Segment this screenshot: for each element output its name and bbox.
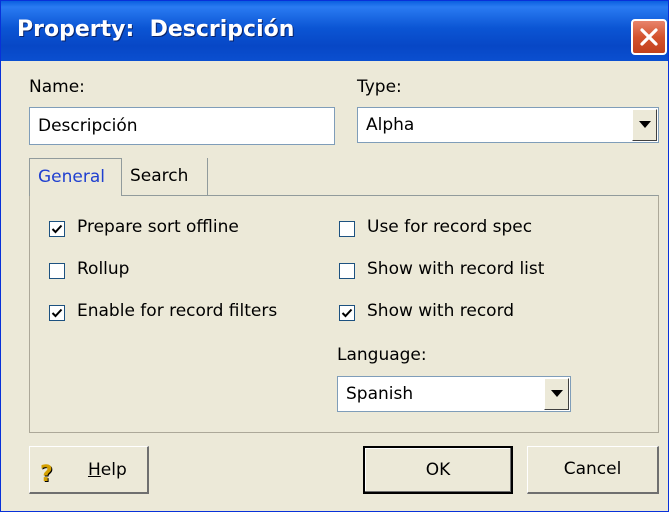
cancel-button-label: Cancel [563, 459, 622, 479]
close-button[interactable] [631, 19, 667, 55]
language-label: Language: [337, 345, 427, 365]
show-with-record-list-label: Show with record list [367, 259, 545, 279]
cancel-button[interactable]: Cancel [527, 446, 659, 494]
prepare-sort-offline-checkbox[interactable] [49, 221, 65, 237]
show-with-record-list-checkbox[interactable] [339, 263, 355, 279]
ok-button-label: OK [425, 460, 451, 480]
tab-search[interactable]: Search [122, 158, 208, 196]
name-input[interactable] [29, 107, 335, 145]
use-for-record-spec-label: Use for record spec [367, 217, 533, 237]
checkmark-icon [51, 224, 63, 234]
title-bar[interactable]: Property: Descripción [1, 1, 668, 61]
language-dropdown-button[interactable] [544, 378, 569, 410]
type-dropdown-button[interactable] [632, 109, 657, 141]
name-label: Name: [29, 77, 85, 97]
rollup-checkbox[interactable] [49, 263, 65, 279]
type-select[interactable]: Alpha [357, 107, 659, 143]
chevron-down-icon [551, 390, 563, 397]
prepare-sort-offline-label: Prepare sort offline [77, 217, 239, 237]
rollup-label: Rollup [77, 259, 130, 279]
language-select[interactable]: Spanish [337, 376, 571, 412]
show-with-record-label: Show with record [367, 301, 515, 321]
enable-record-filters-checkbox[interactable] [49, 305, 65, 321]
help-icon: ? [40, 462, 53, 487]
chevron-down-icon [639, 121, 651, 128]
tab-general[interactable]: General [29, 158, 122, 196]
checkmark-icon [51, 308, 63, 318]
ok-button[interactable]: OK [363, 446, 513, 494]
type-label: Type: [357, 77, 402, 97]
close-icon [640, 28, 658, 46]
window-title: Property: Descripción [17, 17, 295, 42]
tab-search-label: Search [130, 166, 189, 186]
type-select-value: Alpha [366, 115, 415, 135]
show-with-record-checkbox[interactable] [339, 305, 355, 321]
help-button-label: Help [88, 460, 127, 480]
checkmark-icon [341, 308, 353, 318]
enable-record-filters-label: Enable for record filters [77, 301, 278, 321]
use-for-record-spec-checkbox[interactable] [339, 221, 355, 237]
language-select-value: Spanish [346, 384, 414, 404]
help-button[interactable]: ? Help [29, 446, 149, 494]
property-dialog: Property: Descripción Name: Type: Alpha … [0, 0, 669, 512]
tab-general-label: General [38, 167, 105, 187]
